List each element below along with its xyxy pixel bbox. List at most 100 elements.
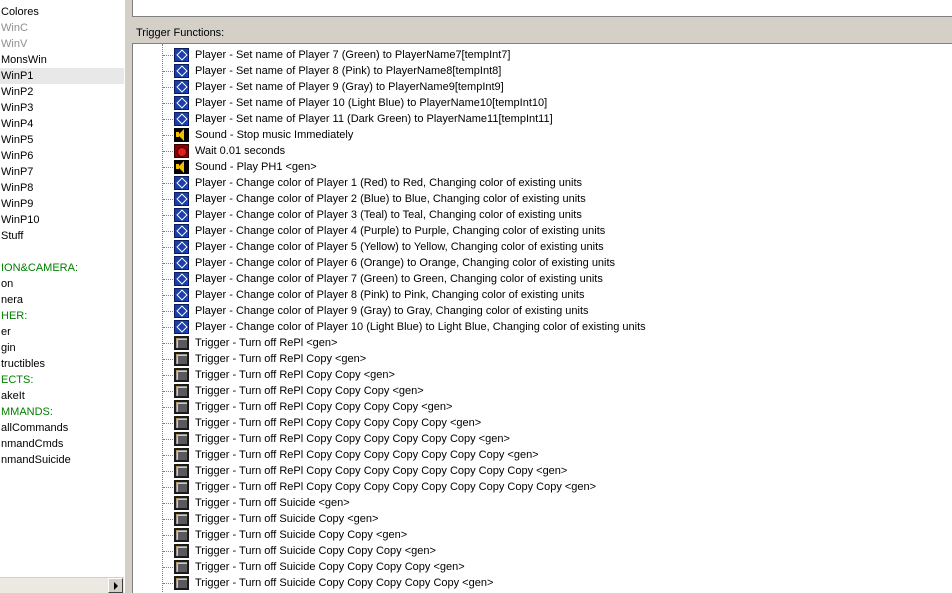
tree-branch-line: [163, 455, 173, 456]
tree-item[interactable]: nmandCmds: [0, 436, 124, 452]
player-action-icon: [174, 192, 189, 206]
action-label: Player - Change color of Player 5 (Yello…: [195, 241, 604, 253]
action-row[interactable]: Player - Change color of Player 4 (Purpl…: [133, 223, 952, 239]
action-label: Trigger - Turn off RePl Copy Copy Copy C…: [195, 481, 597, 493]
tree-item[interactable]: tructibles: [0, 356, 124, 372]
tree-item[interactable]: on: [0, 276, 124, 292]
player-action-icon: [174, 208, 189, 222]
tree-item[interactable]: akeIt: [0, 388, 124, 404]
tree-branch-line: [163, 71, 173, 72]
tree-branch-line: [163, 439, 173, 440]
action-row[interactable]: Player - Change color of Player 8 (Pink)…: [133, 287, 952, 303]
action-row[interactable]: Trigger - Turn off RePl Copy Copy Copy C…: [133, 399, 952, 415]
tree-item[interactable]: WinP4: [0, 116, 124, 132]
tree-item[interactable]: WinP8: [0, 180, 124, 196]
action-label: Sound - Stop music Immediately: [195, 129, 354, 141]
player-action-icon: [174, 64, 189, 78]
tree-item[interactable]: [0, 244, 124, 260]
action-row[interactable]: Player - Change color of Player 2 (Blue)…: [133, 191, 952, 207]
trigger-action-icon: [174, 528, 189, 542]
tree-item[interactable]: nmandSuicide: [0, 452, 124, 468]
tree-item[interactable]: nera: [0, 292, 124, 308]
tree-category-label[interactable]: ION&CAMERA:: [0, 260, 124, 276]
tree-item[interactable]: gin: [0, 340, 124, 356]
action-row[interactable]: Trigger - Turn off Suicide Copy Copy <ge…: [133, 527, 952, 543]
tree-item[interactable]: WinP2: [0, 84, 124, 100]
action-row[interactable]: Trigger - Turn off RePl Copy Copy Copy C…: [133, 431, 952, 447]
action-row[interactable]: Trigger - Turn off RePl Copy Copy Copy C…: [133, 447, 952, 463]
action-row[interactable]: Wait 0.01 seconds: [133, 143, 952, 159]
action-row[interactable]: Player - Change color of Player 1 (Red) …: [133, 175, 952, 191]
tree-item[interactable]: MonsWin: [0, 52, 124, 68]
action-row[interactable]: Player - Set name of Player 9 (Gray) to …: [133, 79, 952, 95]
tree-item[interactable]: er: [0, 324, 124, 340]
trigger-comment-panel[interactable]: [132, 0, 952, 17]
tree-branch-line: [163, 103, 173, 104]
tree-item[interactable]: WinV: [0, 36, 124, 52]
action-row[interactable]: Player - Set name of Player 10 (Light Bl…: [133, 95, 952, 111]
action-label: Trigger - Turn off RePl <gen>: [195, 337, 338, 349]
trigger-action-icon: [174, 560, 189, 574]
tree-branch-line: [163, 215, 173, 216]
action-row[interactable]: Trigger - Turn off Suicide <gen>: [133, 495, 952, 511]
tree-category-label[interactable]: ECTS:: [0, 372, 124, 388]
action-row[interactable]: Trigger - Turn off RePl Copy Copy Copy C…: [133, 479, 952, 495]
action-label: Player - Change color of Player 7 (Green…: [195, 273, 603, 285]
pane-splitter[interactable]: [124, 0, 132, 593]
action-row[interactable]: Trigger - Turn off RePl Copy Copy <gen>: [133, 367, 952, 383]
tree-branch-line: [163, 487, 173, 488]
tree-item[interactable]: WinP1: [0, 68, 124, 84]
action-label: Player - Set name of Player 8 (Pink) to …: [195, 65, 502, 77]
action-row[interactable]: Player - Change color of Player 5 (Yello…: [133, 239, 952, 255]
action-row[interactable]: Player - Set name of Player 7 (Green) to…: [133, 47, 952, 63]
player-action-icon: [174, 176, 189, 190]
player-action-icon: [174, 272, 189, 286]
horizontal-scrollbar[interactable]: [0, 577, 124, 593]
action-label: Player - Set name of Player 10 (Light Bl…: [195, 97, 548, 109]
action-row[interactable]: Player - Set name of Player 8 (Pink) to …: [133, 63, 952, 79]
trigger-action-icon: [174, 496, 189, 510]
tree-branch-line: [163, 375, 173, 376]
action-row[interactable]: Player - Change color of Player 7 (Green…: [133, 271, 952, 287]
action-row[interactable]: Trigger - Turn off RePl Copy Copy Copy C…: [133, 415, 952, 431]
scroll-right-arrow-icon[interactable]: [108, 578, 123, 593]
tree-item[interactable]: WinP9: [0, 196, 124, 212]
action-row[interactable]: Trigger - Turn off Suicide Copy Copy Cop…: [133, 543, 952, 559]
tree-item[interactable]: WinP10: [0, 212, 124, 228]
action-row[interactable]: Player - Set name of Player 11 (Dark Gre…: [133, 111, 952, 127]
action-row[interactable]: Player - Change color of Player 9 (Gray)…: [133, 303, 952, 319]
sound-action-icon: [174, 128, 189, 142]
tree-item[interactable]: Colores: [0, 4, 124, 20]
tree-item[interactable]: WinP6: [0, 148, 124, 164]
trigger-action-icon: [174, 544, 189, 558]
tree-category-label[interactable]: MMANDS:: [0, 404, 124, 420]
action-row[interactable]: Player - Change color of Player 3 (Teal)…: [133, 207, 952, 223]
tree-item[interactable]: WinP3: [0, 100, 124, 116]
action-row[interactable]: Player - Change color of Player 6 (Orang…: [133, 255, 952, 271]
action-row[interactable]: Trigger - Turn off Suicide Copy Copy Cop…: [133, 559, 952, 575]
action-row[interactable]: Trigger - Turn off RePl Copy Copy Copy <…: [133, 383, 952, 399]
tree-item[interactable]: Stuff: [0, 228, 124, 244]
tree-branch-line: [163, 247, 173, 248]
action-row[interactable]: Trigger - Turn off RePl <gen>: [133, 335, 952, 351]
action-row[interactable]: Trigger - Turn off Suicide Copy Copy Cop…: [133, 575, 952, 591]
tree-item[interactable]: WinP5: [0, 132, 124, 148]
tree-item[interactable]: WinP7: [0, 164, 124, 180]
action-row[interactable]: Player - Change color of Player 10 (Ligh…: [133, 319, 952, 335]
tree-category-label[interactable]: HER:: [0, 308, 124, 324]
trigger-tree-panel[interactable]: Colores WinC WinV MonsWin WinP1 WinP2 WinP3 Win…: [0, 0, 124, 593]
trigger-action-icon: [174, 400, 189, 414]
tree-branch-line: [163, 231, 173, 232]
action-row[interactable]: Sound - Stop music Immediately: [133, 127, 952, 143]
action-row[interactable]: Trigger - Turn off RePl Copy Copy Copy C…: [133, 463, 952, 479]
tree-item[interactable]: WinC: [0, 20, 124, 36]
action-row[interactable]: Sound - Play PH1 <gen>: [133, 159, 952, 175]
tree-branch-line: [163, 519, 173, 520]
tree-item[interactable]: allCommands: [0, 420, 124, 436]
action-row[interactable]: Trigger - Turn off RePl Copy <gen>: [133, 351, 952, 367]
trigger-functions-list[interactable]: Player - Set name of Player 7 (Green) to…: [132, 43, 952, 593]
action-row[interactable]: Trigger - Turn off Suicide Copy <gen>: [133, 511, 952, 527]
tree-branch-line: [163, 87, 173, 88]
action-label: Trigger - Turn off Suicide Copy Copy Cop…: [195, 545, 436, 557]
tree-branch-line: [163, 343, 173, 344]
